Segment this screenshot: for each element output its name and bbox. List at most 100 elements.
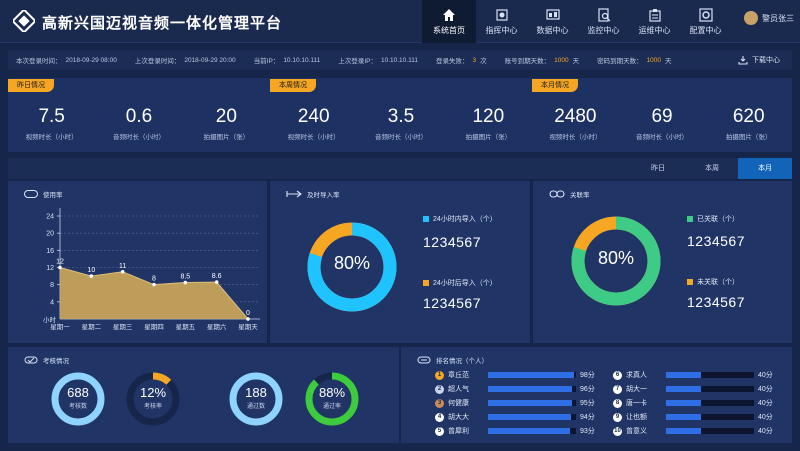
nav-label: 运维中心 — [638, 25, 671, 35]
ring-caption: 通过率 — [322, 404, 341, 410]
legend-label: 已关联（个） — [697, 216, 739, 223]
score-bar — [488, 372, 576, 378]
user-menu[interactable]: 警员张三 — [744, 11, 794, 25]
ring-label: 188 通过数 — [226, 385, 286, 410]
panel-title: 关联率 — [570, 192, 590, 199]
download-label: 下载中心 — [752, 57, 780, 64]
download-icon — [738, 56, 748, 65]
rank-badge: 10 — [613, 426, 622, 436]
tab-yesterday[interactable]: 昨日 — [631, 158, 685, 179]
rank-name: 求真人 — [626, 372, 647, 379]
rank-score: 40分 — [758, 400, 773, 407]
stat-tag: 本周情况 — [270, 79, 316, 92]
ring-caption: 考核数 — [68, 404, 87, 410]
nav-label: 数据中心 — [536, 25, 569, 35]
legend-value: 1234567 — [687, 294, 746, 310]
tab-week[interactable]: 本周 — [685, 158, 739, 179]
rank-score: 94分 — [580, 414, 595, 421]
data-icon — [545, 8, 560, 20]
stat-label: 拍摄图片（张） — [203, 134, 250, 141]
data-label: 12 — [56, 259, 64, 266]
rank-row: 7 胡大一 40分 — [613, 384, 780, 394]
link-percent: 80% — [597, 248, 635, 268]
nav-command[interactable]: 指挥中心 — [476, 0, 527, 43]
score-bar-fill — [488, 428, 570, 434]
y-tick-label: 8 — [50, 282, 54, 289]
x-tick-label: 星期三 — [113, 323, 133, 331]
rank-score: 93分 — [580, 428, 595, 435]
y-unit-label: 小时 — [43, 315, 57, 324]
y-tick-label: 16 — [46, 248, 54, 255]
ranking-panel: 排名情况（个人） 1 章丘范 98分 2 超人气 96分 3 何健康 95分 4 胡大大 94分 5 曾犀… — [401, 347, 792, 443]
last-login-label: 上次登录时间： — [134, 58, 181, 65]
nav-config[interactable]: 配置中心 — [680, 0, 731, 43]
rank-badge: 9 — [613, 412, 622, 422]
pwd-expire-value: 1000 — [646, 56, 662, 64]
panel-title: 排名情况（个人） — [436, 358, 488, 365]
import-rate-panel: 及时导入率 80% 24小时内导入（个） 1234567 24小时后导入（个） … — [270, 181, 530, 343]
score-bar — [666, 400, 754, 406]
score-bar — [666, 386, 754, 392]
pwd-expire-label: 密码到期天数： — [597, 58, 643, 65]
home-icon — [443, 8, 455, 21]
score-bar-fill — [666, 428, 702, 434]
y-tick-label: 4 — [50, 299, 54, 306]
video-hours: 240 — [297, 106, 330, 127]
command-icon — [495, 8, 508, 21]
legend-value: 1234567 — [423, 234, 482, 250]
login-info-bar: 本次登录时间： 2018-09-29 08:00 上次登录时间： 2018-09-2… — [8, 50, 792, 70]
legend-swatch — [423, 216, 429, 222]
rank-badge: 1 — [435, 370, 444, 380]
rank-row: 2 超人气 96分 — [435, 384, 602, 394]
nav-maintenance[interactable]: 运维中心 — [629, 0, 680, 43]
data-point — [58, 265, 62, 270]
score-bar — [488, 386, 576, 392]
avatar — [744, 11, 758, 25]
legend-label: 未关联（个） — [697, 279, 739, 286]
download-center-button[interactable]: 下载中心 — [738, 55, 784, 65]
score-bar-fill — [666, 372, 702, 378]
score-bar-fill — [488, 414, 571, 420]
rank-row: 6 求真人 40分 — [613, 370, 780, 380]
current-ip-value: 10.10.10.111 — [283, 56, 321, 64]
login-fail-unit: 次 — [480, 58, 487, 65]
rank-name: 唐一卡 — [626, 400, 647, 407]
nav-home[interactable]: 系统首页 — [422, 0, 476, 43]
tab-month[interactable]: 本月 — [738, 158, 792, 179]
rank-row: 4 胡大大 94分 — [435, 412, 602, 422]
last-ip-value: 10.10.10.111 — [380, 56, 418, 64]
photo-count: 120 — [472, 106, 505, 127]
stat-label: 拍摄图片（张） — [725, 134, 772, 141]
data-label: 8.6 — [212, 273, 222, 280]
rank-score: 40分 — [758, 428, 773, 435]
rank-row: 3 何健康 95分 — [435, 398, 602, 408]
score-bar-fill — [488, 372, 575, 378]
ring-label: 88% 通过率 — [302, 385, 362, 410]
audio-hours: 3.5 — [387, 106, 415, 127]
nav-label: 系统首页 — [433, 25, 465, 35]
rank-badge: 2 — [435, 384, 444, 394]
nav-monitor[interactable]: 监控中心 — [578, 0, 629, 43]
score-bar — [488, 414, 576, 420]
stat-label: 视频时长（小时） — [25, 134, 78, 141]
score-bar-fill — [666, 400, 702, 406]
rank-name: 章丘范 — [448, 372, 469, 379]
link-arrow-icon — [286, 190, 302, 198]
rank-name: 超人气 — [448, 386, 469, 393]
score-bar-fill — [488, 386, 573, 392]
rank-badge: 7 — [613, 384, 622, 394]
data-point — [246, 317, 250, 321]
period-tabs: 昨日 本周 本月 — [8, 158, 792, 179]
config-icon — [698, 7, 713, 22]
rank-badge: 5 — [435, 426, 444, 436]
this-login-value: 2018-09-29 08:00 — [65, 56, 117, 64]
nav-data[interactable]: 数据中心 — [527, 0, 578, 43]
ring-label: 688 考核数 — [48, 385, 108, 410]
link-rate-panel: 关联率 80% 已关联（个） 1234567 未关联（个） 1234567 — [533, 181, 792, 343]
data-point — [120, 269, 125, 274]
x-tick-label: 星期二 — [82, 323, 102, 331]
score-bar — [666, 372, 754, 378]
rank-score: 40分 — [758, 386, 773, 393]
score-bar — [666, 414, 754, 420]
video-hours: 2480 — [554, 106, 597, 127]
